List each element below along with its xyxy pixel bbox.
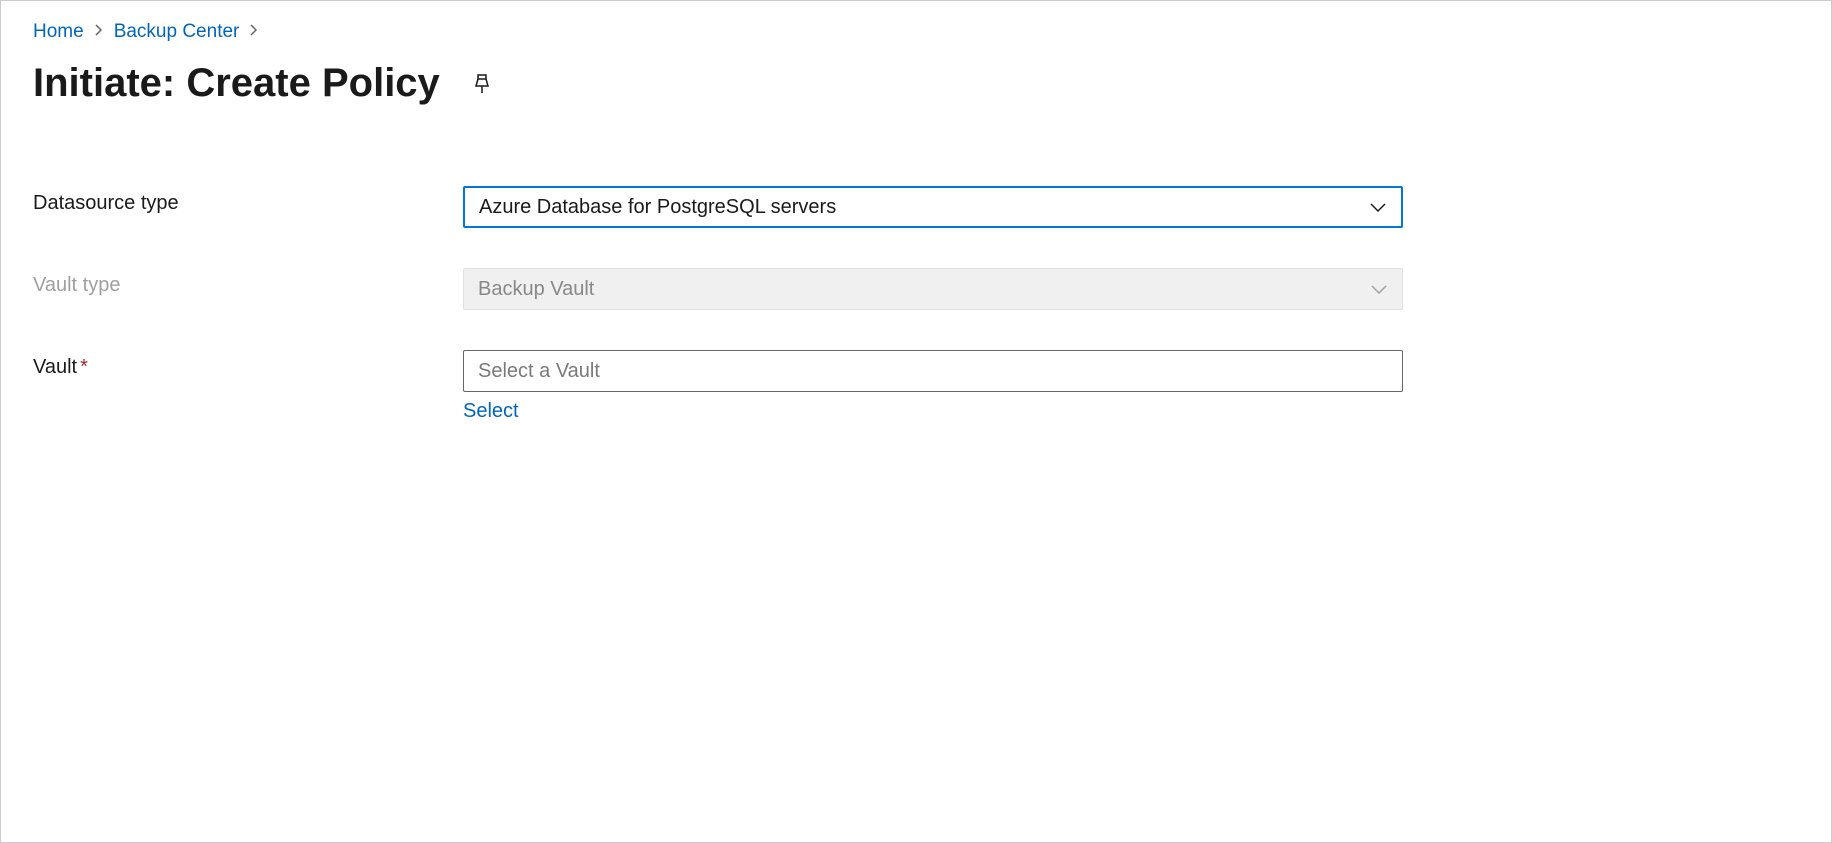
page-header: Initiate: Create Policy [33,61,1799,106]
pin-icon[interactable] [470,72,494,96]
datasource-type-row: Datasource type Azure Database for Postg… [33,186,1799,228]
breadcrumb: Home Backup Center [33,21,1799,43]
datasource-type-dropdown[interactable]: Azure Database for PostgreSQL servers [463,186,1403,228]
datasource-type-label: Datasource type [33,186,463,215]
datasource-type-value: Azure Database for PostgreSQL servers [479,196,836,219]
vault-row: Vault* Select [33,350,1799,423]
vault-type-value: Backup Vault [478,278,594,301]
breadcrumb-backup-center-link[interactable]: Backup Center [114,21,240,43]
vault-input[interactable] [463,350,1403,392]
chevron-right-icon [249,23,259,42]
select-vault-link[interactable]: Select [463,400,519,423]
breadcrumb-home-link[interactable]: Home [33,21,84,43]
vault-label: Vault* [33,350,463,379]
vault-type-dropdown: Backup Vault [463,268,1403,310]
page-title: Initiate: Create Policy [33,61,440,106]
chevron-down-icon [1369,196,1387,219]
chevron-right-icon [94,23,104,42]
chevron-down-icon [1370,278,1388,301]
vault-type-row: Vault type Backup Vault [33,268,1799,310]
vault-type-label: Vault type [33,268,463,297]
required-asterisk: * [80,356,88,378]
